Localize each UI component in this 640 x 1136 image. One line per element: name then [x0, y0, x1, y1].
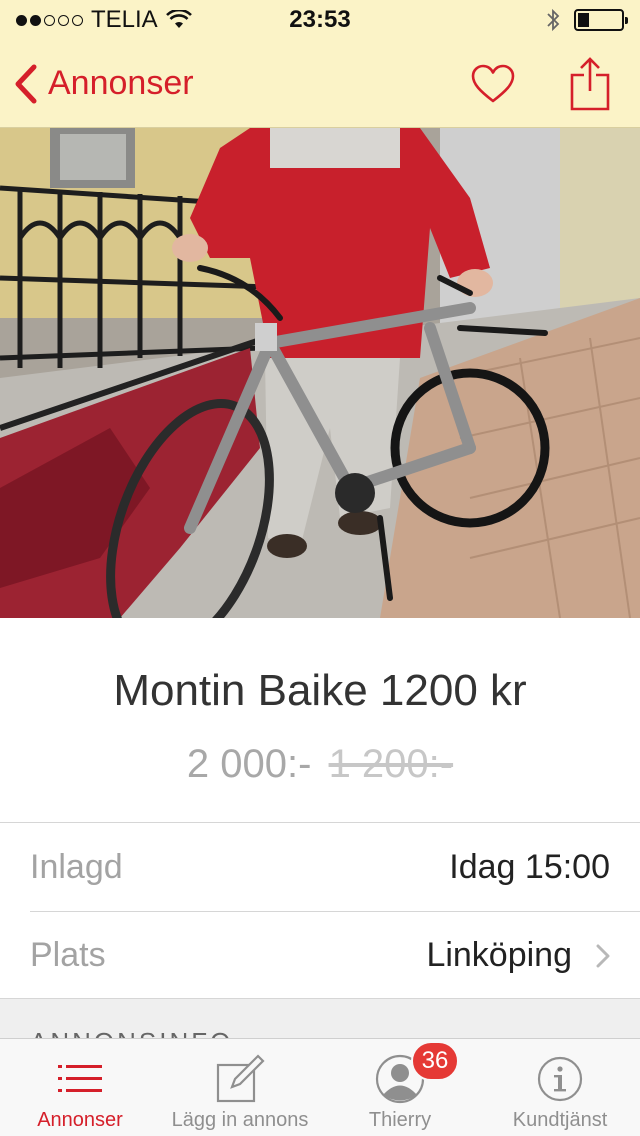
navigation-bar: Annonser — [0, 40, 640, 128]
tab-annonser[interactable]: Annonser — [0, 1039, 160, 1136]
tab-customer-service-label: Kundtjänst — [512, 1109, 608, 1131]
info-icon — [537, 1056, 583, 1102]
location-label: Plats — [30, 936, 106, 974]
chevron-right-icon — [596, 944, 610, 967]
old-price: 1 200:- — [328, 742, 454, 786]
heart-icon[interactable] — [470, 64, 516, 104]
back-button-label: Annonser — [48, 64, 194, 102]
posted-label: Inlagd — [30, 847, 123, 886]
carrier-info: TELIA — [16, 6, 192, 34]
signal-strength-icon — [16, 14, 83, 26]
price-row: 2 000:- 1 200:- — [0, 742, 640, 787]
detail-row-posted: Inlagd Idag 15:00 — [30, 823, 640, 911]
list-icon — [58, 1065, 102, 1092]
carrier-name: TELIA — [91, 6, 158, 33]
section-ad-info: ANNONSINFO — [0, 998, 640, 1038]
detail-row-location[interactable]: Plats Linköping — [30, 911, 640, 999]
location-value: Linköping — [426, 936, 572, 974]
chevron-left-icon — [15, 64, 37, 103]
ad-header: Montin Baike 1200 kr 2 000:- 1 200:- — [0, 618, 640, 822]
status-bar: TELIA 23:53 — [0, 0, 640, 40]
tab-customer-service[interactable]: Kundtjänst — [480, 1039, 640, 1136]
battery-level — [578, 13, 589, 27]
ad-title: Montin Baike 1200 kr — [113, 666, 527, 715]
bicycle-photo — [0, 128, 640, 618]
notification-badge: 36 — [411, 1041, 459, 1081]
back-button[interactable]: Annonser — [0, 64, 194, 104]
tab-profile-label: Thierry — [368, 1109, 432, 1131]
battery-icon — [574, 9, 628, 31]
wifi-icon — [165, 10, 192, 28]
tab-new-ad[interactable]: Lägg in annons — [160, 1039, 320, 1136]
ad-details: Inlagd Idag 15:00 Plats Linköping — [0, 822, 640, 999]
tab-profile[interactable]: 36 Thierry — [320, 1039, 480, 1136]
compose-icon — [216, 1054, 265, 1103]
price: 2 000:- — [186, 742, 312, 786]
tab-annonser-label: Annonser — [37, 1109, 123, 1131]
tab-new-ad-label: Lägg in annons — [171, 1109, 309, 1131]
ad-photo[interactable] — [0, 128, 640, 618]
bluetooth-icon — [547, 8, 560, 32]
posted-value: Idag 15:00 — [449, 847, 610, 886]
section-header: ANNONSINFO — [0, 999, 640, 1038]
share-icon[interactable] — [570, 56, 610, 111]
tab-bar: Annonser Lägg in annons 36 Thierry Kundt… — [0, 1038, 640, 1136]
